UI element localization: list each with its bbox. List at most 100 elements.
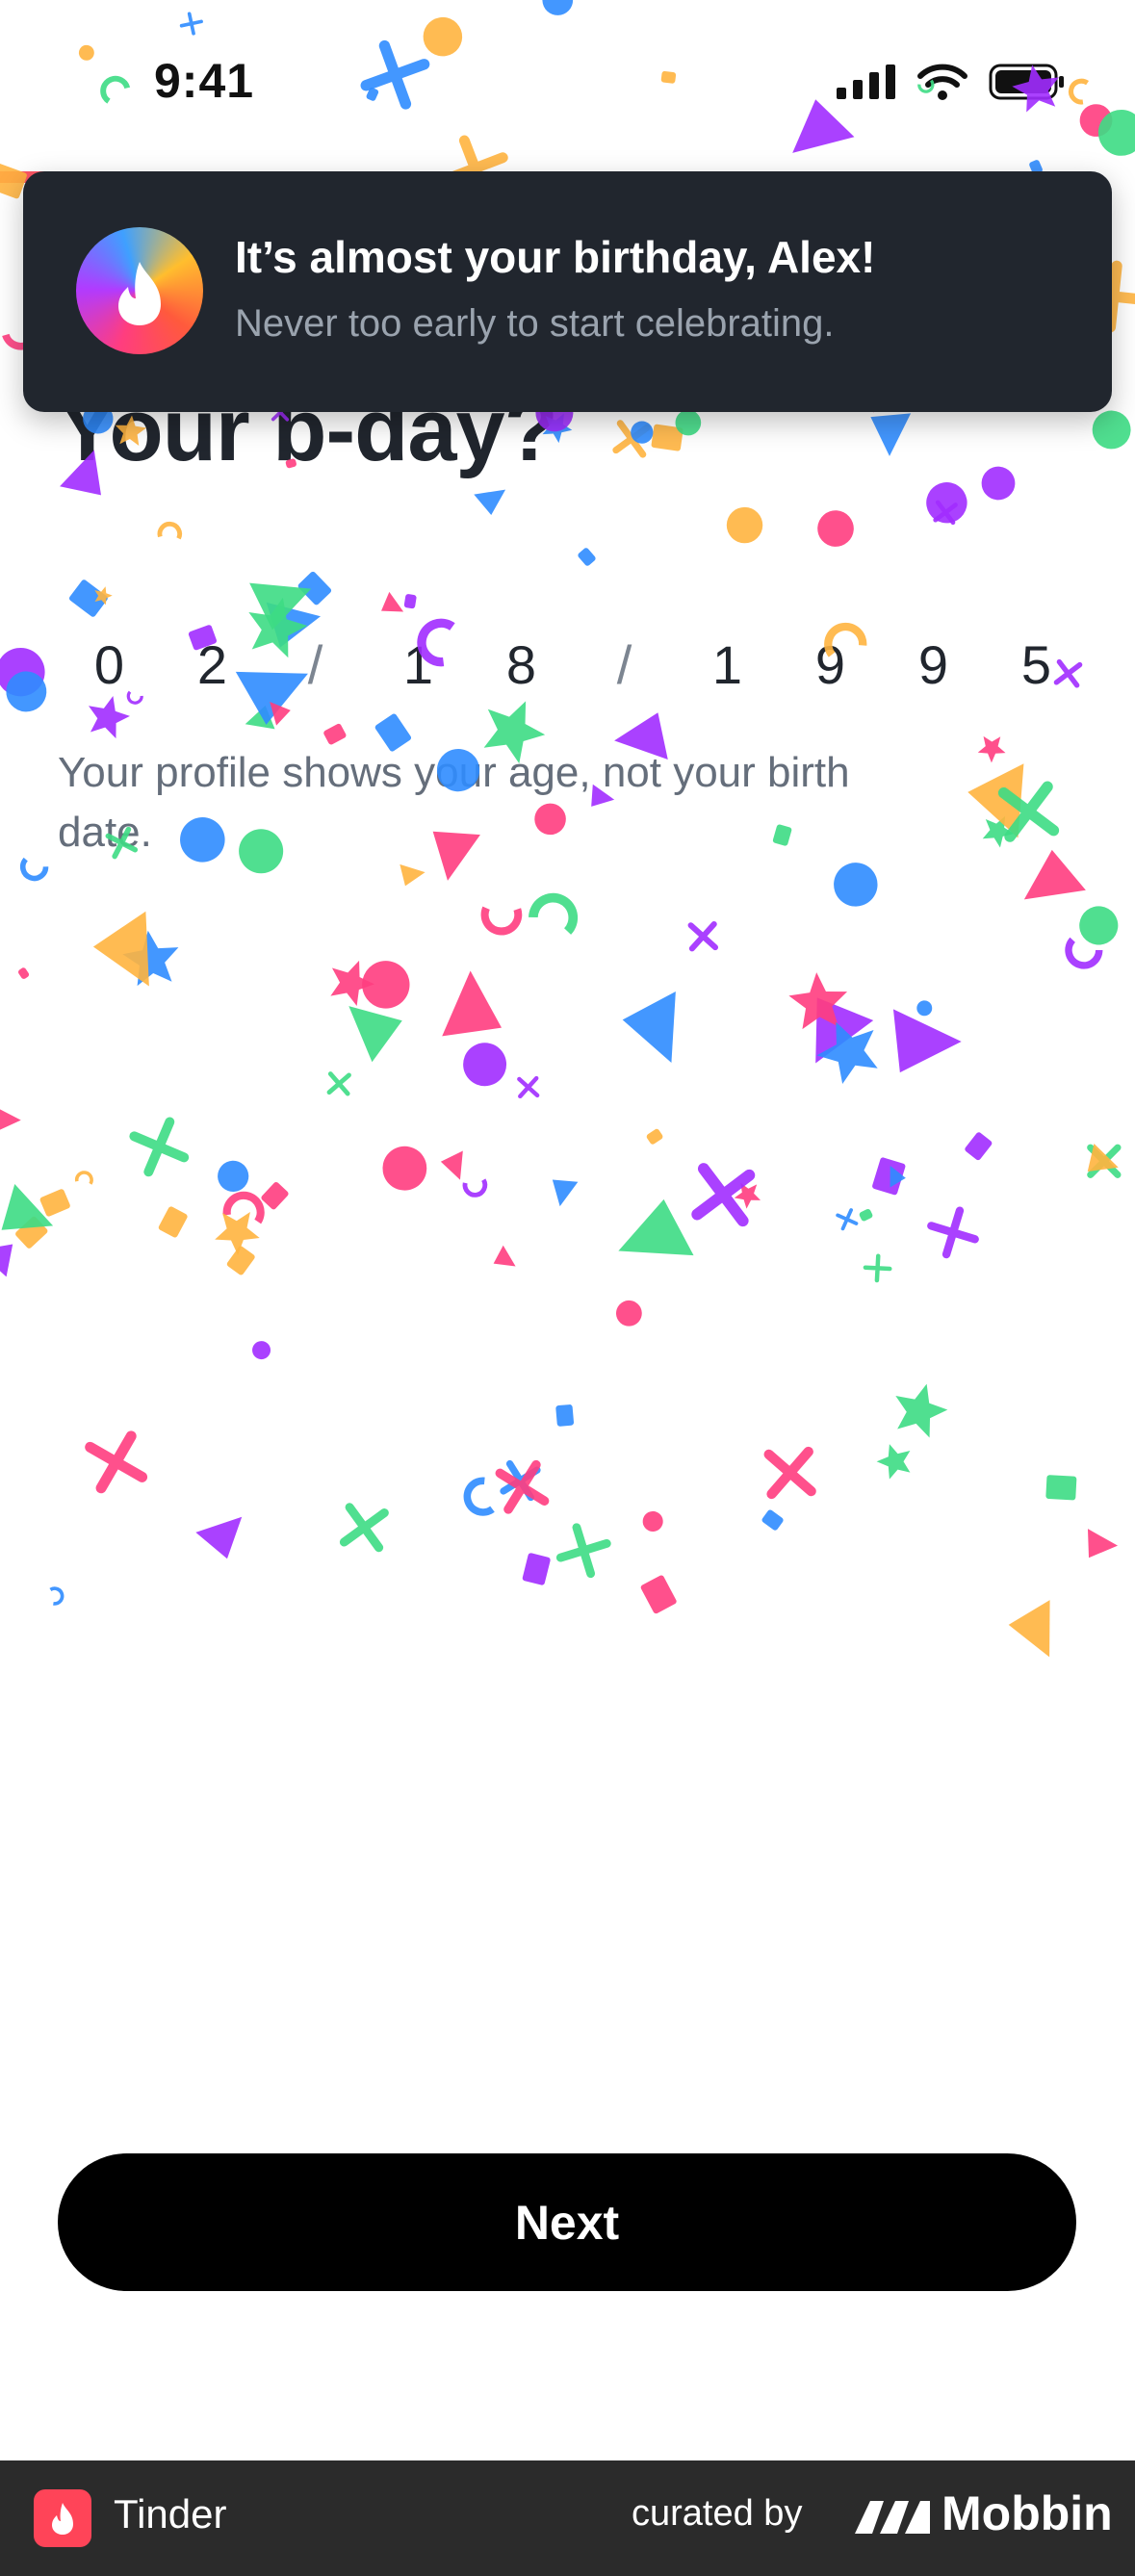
date-separator: / — [616, 633, 632, 695]
confetti-piece — [18, 967, 30, 979]
date-digit: 1 — [402, 633, 434, 695]
confetti-piece — [330, 960, 374, 1007]
confetti-piece — [94, 586, 113, 605]
confetti-piece — [788, 972, 848, 1030]
tinder-flame-icon — [76, 227, 203, 354]
confetti-piece — [474, 489, 506, 516]
status-icons — [837, 64, 1066, 100]
confetti-piece — [270, 701, 291, 726]
confetti-piece — [927, 1206, 979, 1259]
date-digit: 9 — [917, 633, 949, 695]
confetti-piece — [890, 1165, 906, 1188]
confetti-piece — [49, 1586, 64, 1606]
helper-text: Your profile shows your age, not your bi… — [58, 749, 850, 856]
confetti-piece — [517, 1075, 540, 1099]
confetti-piece — [1079, 906, 1119, 945]
confetti-piece — [726, 506, 763, 544]
confetti-piece — [0, 1244, 13, 1277]
confetti-piece — [529, 892, 579, 935]
birthday-notification-banner[interactable]: It’s almost your birthday, Alex! Never t… — [23, 171, 1112, 412]
confetti-piece — [816, 1021, 878, 1085]
confetti-piece — [977, 735, 1006, 763]
date-digit: 5 — [1020, 633, 1052, 695]
confetti-piece — [578, 548, 596, 566]
confetti-piece — [500, 1459, 541, 1502]
confetti-piece — [687, 920, 719, 952]
footer-brand: Mobbin — [942, 2486, 1113, 2540]
next-button[interactable]: Next — [58, 2153, 1076, 2291]
confetti-piece — [651, 424, 684, 451]
confetti-piece — [691, 1163, 756, 1227]
battery-icon — [989, 64, 1064, 100]
date-digit: 1 — [711, 633, 743, 695]
confetti-piece — [1087, 1144, 1122, 1178]
confetti-piece — [817, 510, 854, 547]
confetti-piece — [157, 521, 183, 540]
confetti-piece — [215, 1211, 260, 1255]
confetti-piece — [895, 1383, 948, 1438]
confetti-piece — [6, 671, 47, 712]
confetti-piece — [195, 1516, 243, 1559]
confetti-piece — [15, 1216, 48, 1249]
date-digit: 9 — [814, 633, 846, 695]
confetti-piece — [631, 421, 654, 444]
confetti-piece — [122, 930, 179, 987]
confetti-piece — [1008, 1600, 1050, 1658]
confetti-piece — [761, 1509, 784, 1531]
footer-app-name: Tinder — [114, 2491, 227, 2537]
confetti-piece — [916, 1000, 933, 1017]
confetti-piece — [261, 1181, 289, 1210]
cellular-signal-icon — [837, 64, 895, 99]
mobbin-footer: Tinder curated by Mobbin — [0, 2460, 1135, 2576]
confetti-piece — [92, 911, 149, 987]
confetti-piece — [462, 1178, 488, 1198]
footer-curated-by: curated by — [632, 2493, 803, 2534]
confetti-piece — [872, 1157, 906, 1196]
confetti-piece — [19, 857, 49, 882]
confetti-piece — [981, 466, 1016, 501]
confetti-piece — [892, 1009, 962, 1073]
confetti-piece — [1087, 1529, 1119, 1558]
confetti-piece — [622, 992, 676, 1063]
confetti-piece — [734, 1182, 761, 1209]
confetti-piece — [362, 961, 410, 1009]
confetti-piece — [463, 1043, 507, 1087]
confetti-piece — [640, 1575, 677, 1614]
mobbin-logo-icon — [855, 2501, 930, 2534]
confetti-piece — [926, 482, 967, 524]
date-digit: 0 — [93, 633, 125, 695]
notification-title: It’s almost your birthday, Alex! — [235, 232, 876, 282]
confetti-piece — [249, 582, 312, 631]
tinder-app-icon — [34, 2489, 91, 2547]
confetti-piece — [323, 723, 347, 745]
confetti-piece — [1065, 937, 1103, 969]
confetti-piece — [646, 1128, 663, 1145]
confetti-piece — [382, 1146, 427, 1191]
notification-body: Never too early to start celebrating. — [235, 302, 835, 345]
confetti-piece — [39, 1189, 70, 1217]
birthday-date-input[interactable]: 0 2 / 1 8 / 1 9 9 5 — [58, 626, 1088, 703]
confetti-piece — [836, 1208, 859, 1231]
confetti-piece — [463, 1477, 495, 1516]
confetti-piece — [1045, 1475, 1077, 1501]
confetti-piece — [612, 420, 651, 458]
confetti-piece — [522, 1553, 551, 1585]
confetti-piece — [815, 997, 874, 1064]
confetti-piece — [68, 580, 108, 617]
confetti-piece — [129, 1117, 190, 1177]
confetti-piece — [440, 1150, 463, 1180]
confetti-piece — [555, 1523, 611, 1579]
confetti-piece — [348, 1006, 402, 1063]
confetti-piece — [555, 1404, 575, 1427]
confetti-piece — [967, 763, 1024, 838]
confetti-piece — [863, 1253, 892, 1283]
confetti-piece — [859, 1208, 873, 1222]
confetti-piece — [997, 781, 1060, 842]
date-digit: 8 — [505, 633, 537, 695]
confetti-piece — [252, 1341, 271, 1360]
confetti-piece — [480, 906, 523, 936]
confetti-piece — [552, 1179, 579, 1207]
confetti-piece — [403, 594, 417, 609]
confetti-piece — [965, 1132, 993, 1161]
confetti-piece — [222, 1191, 265, 1224]
